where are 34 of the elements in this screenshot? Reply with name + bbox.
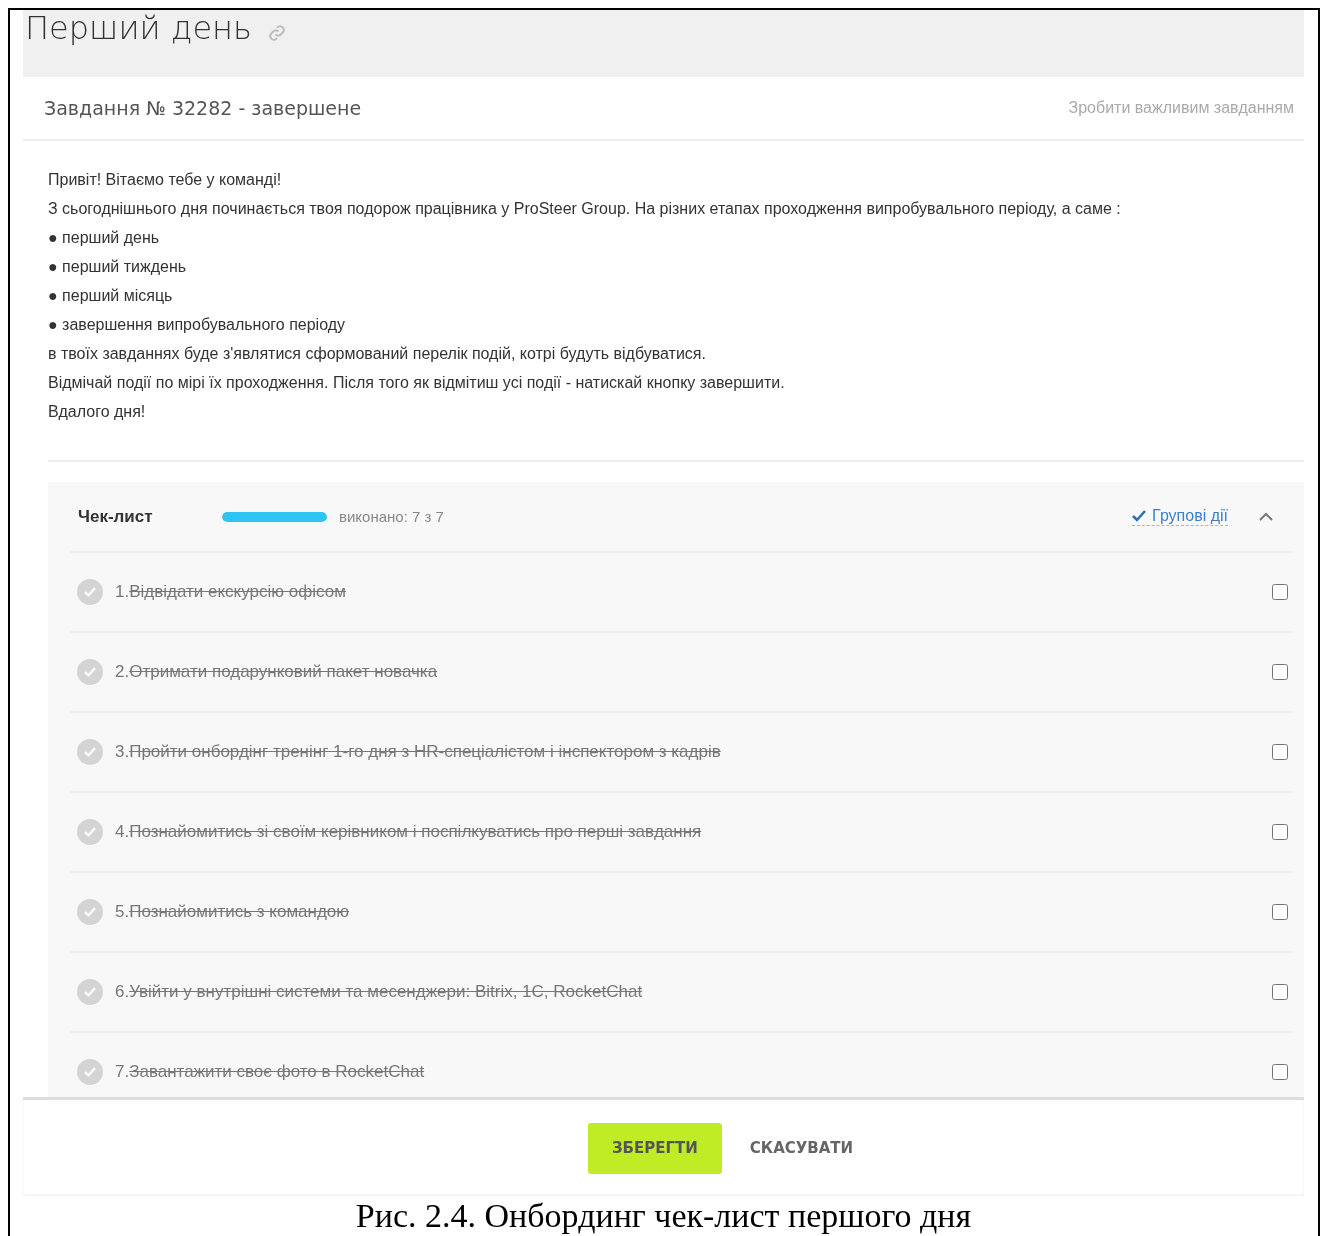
figure-caption: Рис. 2.4. Онбординг чек-лист першого дня — [354, 1196, 973, 1236]
description-text: в твоїх завданнях буде з'являтися сформований перелік подій, котрі будуть відбуватися. — [48, 344, 707, 364]
bullet-item: ● перший день — [48, 228, 161, 248]
checklist-title: Чек-лист — [78, 506, 154, 527]
bullet-item: ● завершення випробувального періоду — [48, 315, 347, 335]
description-text: Привіт! Вітаємо тебе у команді! — [48, 170, 283, 190]
item-checkbox[interactable] — [1272, 744, 1288, 760]
item-checkbox[interactable] — [1272, 1064, 1288, 1080]
item-checkbox[interactable] — [1272, 984, 1288, 1000]
checklist-item-text: 7.Завантажити своє фото в RocketChat — [115, 1062, 426, 1082]
item-checkbox[interactable] — [1272, 904, 1288, 920]
checklist-item-text: 2.Отримати подарунковий пакет новачка — [115, 662, 439, 682]
group-actions-link[interactable]: Групові дії — [1132, 507, 1228, 526]
checklist-item-text: 6.Увійти у внутрішні системи та месенджери: Bitrix, 1С, RocketChat — [115, 982, 644, 1002]
progress-text: виконано: 7 з 7 — [339, 508, 445, 525]
description-text: Відмічай події по мірі їх проходження. Після того як відмітиш усі події - натискай кнопку завершити. — [48, 373, 786, 393]
group-actions-label: Групові дії — [1152, 507, 1228, 525]
cancel-button[interactable]: СКАСУВАТИ — [743, 1138, 860, 1158]
save-button[interactable]: ЗБЕРЕГТИ — [587, 1122, 722, 1174]
bullet-item: ● перший тиждень — [48, 257, 188, 277]
checklist-item-text: 3.Пройти онбордінг тренінг 1-го дня з HR-спеціалістом і інспектором з кадрів — [115, 742, 722, 762]
page-title: Перший день — [25, 10, 252, 46]
checklist-item-text: 1.Відвідати екскурсію офісом — [115, 582, 347, 602]
bullet-item: ● перший місяць — [48, 286, 174, 306]
item-checkbox[interactable] — [1272, 664, 1288, 680]
task-status: Завдання № 32282 - завершене — [44, 97, 362, 119]
check-icon — [1132, 510, 1147, 522]
item-checkbox[interactable] — [1272, 824, 1288, 840]
checklist-item-text: 4.Познайомитись зі своїм керівником і поспілкуватись про перші завдання — [115, 822, 703, 842]
description-text: Вдалого дня! — [48, 402, 147, 422]
description-text: З сьогоднішнього дня починається твоя подорож працівника у ProSteer Group. На різних етапах проходження випробувального періоду, а саме : — [48, 199, 1122, 219]
collapse-button[interactable] — [1258, 511, 1274, 522]
checklist-item-text: 5.Познайомитись з командою — [115, 902, 351, 922]
item-checkbox[interactable] — [1272, 584, 1288, 600]
